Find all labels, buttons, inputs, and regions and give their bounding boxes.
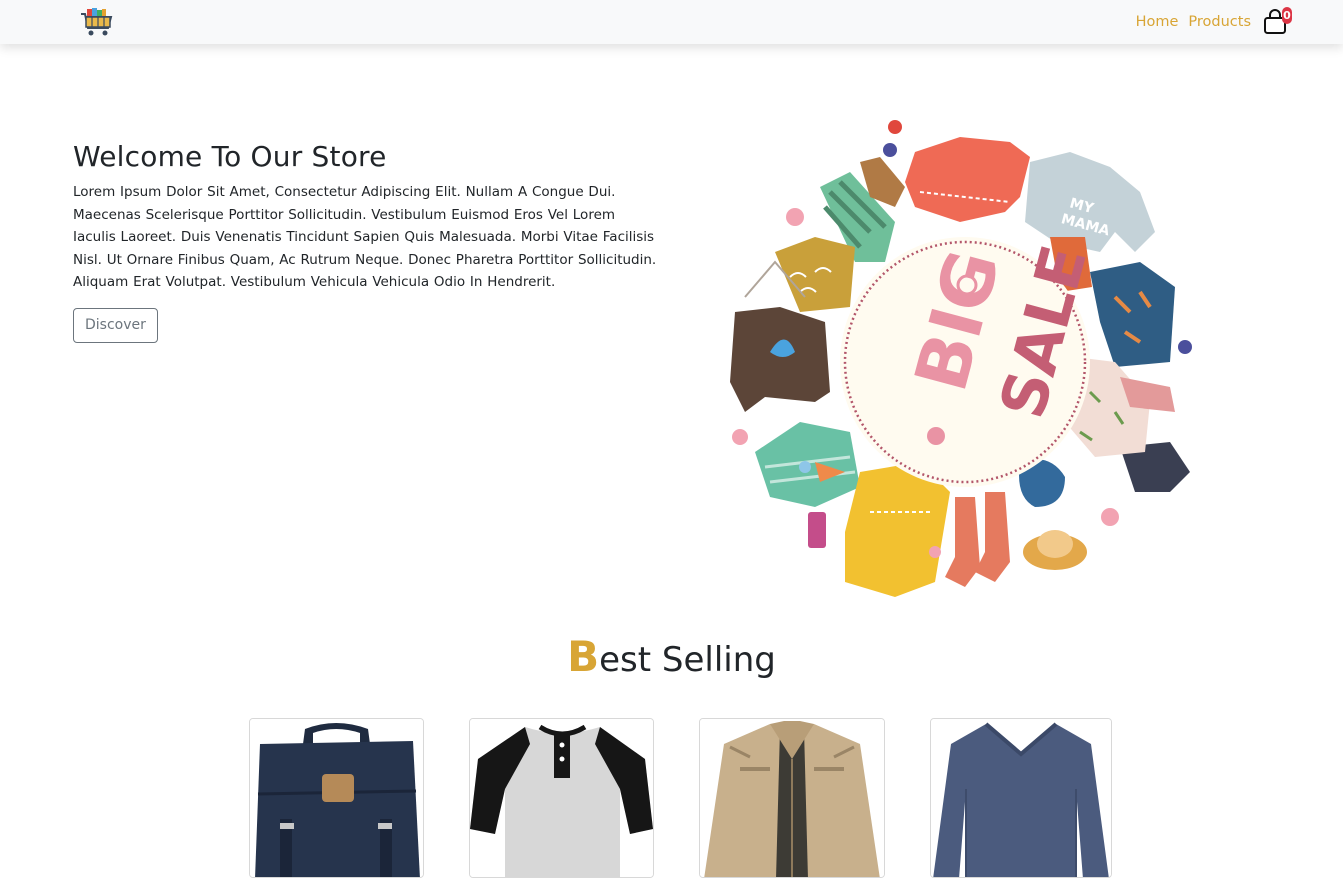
best-selling-title: Best Selling <box>0 632 1343 681</box>
cart-button[interactable]: 0 <box>1263 7 1292 35</box>
nav-links: Home Products 0 <box>1136 0 1343 44</box>
discover-button[interactable]: Discover <box>73 307 158 343</box>
hero-text-block: Welcome To Our Store Lorem Ipsum Dolor S… <box>73 140 658 343</box>
sale-badge: BIG SALE <box>840 237 1101 487</box>
navbar: Home Products 0 <box>0 0 1343 44</box>
jacket-image <box>700 719 884 877</box>
hero-paragraph: Lorem Ipsum Dolor Sit Amet, Consectetur … <box>73 184 657 291</box>
big-sale-illustration: MY MAMA BIG SALE <box>730 120 1192 597</box>
best-selling-first-letter: B <box>567 632 600 681</box>
product-card-long-sleeve-shirt[interactable] <box>930 718 1112 878</box>
product-card-raglan-shirt[interactable] <box>469 718 654 878</box>
hero-title: Welcome To Our Store <box>73 140 387 173</box>
backpack-image <box>250 719 423 877</box>
raglan-shirt-image <box>470 719 653 877</box>
long-sleeve-shirt-image <box>931 719 1111 877</box>
cart-count-badge: 0 <box>1282 7 1292 24</box>
nav-products-link[interactable]: Products <box>1188 14 1251 30</box>
product-card-jacket[interactable] <box>699 718 885 878</box>
shopping-basket-logo-icon[interactable] <box>80 6 114 38</box>
product-card-backpack[interactable] <box>249 718 424 878</box>
nav-home-link[interactable]: Home <box>1136 14 1179 30</box>
best-selling-rest: est Selling <box>599 640 776 680</box>
